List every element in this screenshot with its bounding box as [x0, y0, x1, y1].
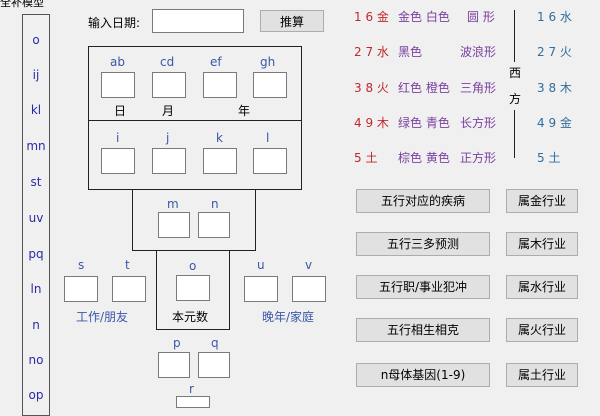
n-input[interactable]	[198, 212, 230, 238]
window-title: 全补模型	[0, 0, 44, 9]
late-family-label: 晚年/家庭	[262, 310, 315, 324]
element-num: 4 9 木	[354, 116, 389, 130]
gene-button[interactable]: n母体基因(1-9)	[356, 363, 490, 387]
element-shape: 长方形	[460, 116, 497, 130]
west-bracket-bottom	[514, 110, 515, 158]
calc-button[interactable]: 推算	[260, 10, 324, 32]
label-m: m	[167, 197, 179, 211]
label-l: l	[266, 131, 270, 145]
fire-industry-button[interactable]: 属火行业	[506, 318, 578, 342]
date-label: 输入日期:	[88, 16, 141, 30]
wood-industry-button[interactable]: 属木行业	[506, 232, 578, 256]
label-s: s	[78, 258, 85, 272]
t-input[interactable]	[112, 276, 146, 302]
west-char: 西	[509, 66, 522, 80]
element-right: 3 8 木	[537, 81, 572, 95]
day-label: 日	[114, 104, 127, 118]
element-num: 1 6 金	[354, 10, 389, 24]
west-bracket-top	[514, 10, 515, 62]
j-input[interactable]	[152, 148, 186, 174]
element-colors: 绿色 青色	[398, 116, 450, 130]
month-label: 月	[162, 104, 175, 118]
label-ab: ab	[110, 55, 125, 69]
label-v: v	[305, 258, 313, 272]
element-right: 4 9 金	[537, 116, 572, 130]
label-r: r	[189, 382, 194, 396]
generate-restrain-button[interactable]: 五行相生相克	[356, 318, 490, 342]
p-input[interactable]	[158, 352, 190, 378]
grid-divider	[88, 120, 302, 121]
label-cd: cd	[160, 55, 175, 69]
element-shape: 圆 形	[467, 10, 495, 24]
left-list: o ij kl mn st uv pq ln n no op	[22, 14, 50, 416]
i-input[interactable]	[101, 148, 135, 174]
ab-input[interactable]	[101, 72, 135, 98]
element-right: 2 7 火	[537, 45, 572, 59]
ef-input[interactable]	[203, 72, 237, 98]
element-shape: 三角形	[460, 81, 497, 95]
metal-industry-button[interactable]: 属金行业	[506, 189, 578, 213]
list-item[interactable]: st	[23, 175, 49, 189]
s-input[interactable]	[64, 276, 98, 302]
element-right: 5 土	[537, 151, 561, 165]
disease-button[interactable]: 五行对应的疾病	[356, 189, 490, 213]
gh-input[interactable]	[253, 72, 287, 98]
element-colors: 棕色 黄色	[398, 151, 450, 165]
label-q: q	[211, 336, 219, 350]
prediction-button[interactable]: 五行三多预测	[356, 232, 490, 256]
m-input[interactable]	[158, 212, 190, 238]
v-input[interactable]	[292, 276, 326, 302]
l-input[interactable]	[253, 148, 287, 174]
label-t: t	[125, 258, 130, 272]
o-input[interactable]	[176, 275, 210, 301]
label-k: k	[216, 131, 223, 145]
list-item[interactable]: kl	[23, 103, 49, 117]
career-conflict-button[interactable]: 五行职/事业犯冲	[356, 275, 490, 299]
core-number-label: 本元数	[172, 310, 209, 324]
list-item[interactable]: pq	[23, 247, 49, 261]
element-colors: 红色 橙色	[398, 81, 450, 95]
list-item[interactable]: ij	[23, 68, 49, 82]
cd-input[interactable]	[152, 72, 186, 98]
element-colors: 黑色	[398, 45, 423, 59]
west-char-2: 方	[509, 92, 522, 106]
earth-industry-button[interactable]: 属土行业	[506, 363, 578, 387]
element-colors: 金色 白色	[398, 10, 450, 24]
element-num: 2 7 水	[354, 45, 389, 59]
mn-frame	[132, 189, 256, 251]
label-j: j	[166, 131, 170, 145]
list-item[interactable]: no	[23, 353, 49, 367]
list-item[interactable]: uv	[23, 211, 49, 225]
q-input[interactable]	[198, 352, 230, 378]
label-o: o	[189, 259, 197, 273]
list-item[interactable]: ln	[23, 282, 49, 296]
k-input[interactable]	[203, 148, 237, 174]
list-item[interactable]: n	[23, 318, 49, 332]
list-item[interactable]: mn	[23, 139, 49, 153]
u-input[interactable]	[244, 276, 278, 302]
element-shape: 正方形	[460, 151, 497, 165]
element-shape: 波浪形	[460, 45, 497, 59]
label-gh: gh	[260, 55, 276, 69]
r-input[interactable]	[176, 396, 210, 408]
water-industry-button[interactable]: 属水行业	[506, 275, 578, 299]
list-item[interactable]: o	[23, 33, 49, 47]
element-num: 3 8 火	[354, 81, 389, 95]
label-ef: ef	[210, 55, 222, 69]
label-u: u	[257, 258, 265, 272]
label-p: p	[173, 336, 181, 350]
label-n: n	[211, 197, 219, 211]
date-input[interactable]	[152, 9, 244, 33]
element-right: 1 6 水	[537, 10, 572, 24]
element-num: 5 土	[354, 151, 378, 165]
work-friend-label: 工作/朋友	[76, 310, 129, 324]
label-i: i	[116, 131, 120, 145]
year-label: 年	[238, 104, 251, 118]
